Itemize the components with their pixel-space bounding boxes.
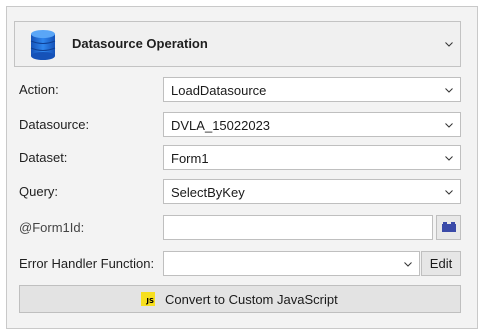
dataset-select[interactable]: Form1: [163, 145, 461, 170]
dataset-label: Dataset:: [19, 150, 68, 165]
chevron-down-icon: [444, 187, 454, 197]
chevron-down-icon: [444, 120, 454, 130]
datasource-label: Datasource:: [19, 117, 90, 132]
section-header[interactable]: Datasource Operation: [14, 21, 461, 67]
datasource-picker-icon: [441, 220, 456, 235]
form1id-label: @Form1Id:: [19, 220, 85, 235]
form1id-input[interactable]: [163, 215, 433, 240]
chevron-down-icon: [444, 153, 454, 163]
query-label: Query:: [19, 184, 59, 199]
action-label: Action:: [19, 82, 59, 97]
javascript-icon: JS: [141, 292, 155, 306]
edit-button[interactable]: Edit: [421, 251, 461, 276]
chevron-down-icon[interactable]: [444, 39, 454, 49]
datasource-picker-button[interactable]: [436, 215, 461, 240]
datasource-select[interactable]: DVLA_15022023: [163, 112, 461, 137]
error-handler-combo[interactable]: [163, 251, 420, 276]
chevron-down-icon: [444, 85, 454, 95]
datasource-value: DVLA_15022023: [171, 118, 271, 133]
convert-to-javascript-button[interactable]: JS Convert to Custom JavaScript: [19, 285, 461, 313]
query-value: SelectByKey: [171, 185, 245, 200]
database-icon: [30, 29, 56, 61]
section-title: Datasource Operation: [72, 36, 208, 51]
error-handler-label: Error Handler Function:: [19, 256, 155, 271]
query-select[interactable]: SelectByKey: [163, 179, 461, 204]
action-select[interactable]: LoadDatasource: [163, 77, 461, 102]
action-value: LoadDatasource: [171, 83, 267, 98]
convert-button-label: Convert to Custom JavaScript: [165, 292, 338, 307]
dataset-value: Form1: [171, 151, 209, 166]
chevron-down-icon: [403, 259, 413, 269]
